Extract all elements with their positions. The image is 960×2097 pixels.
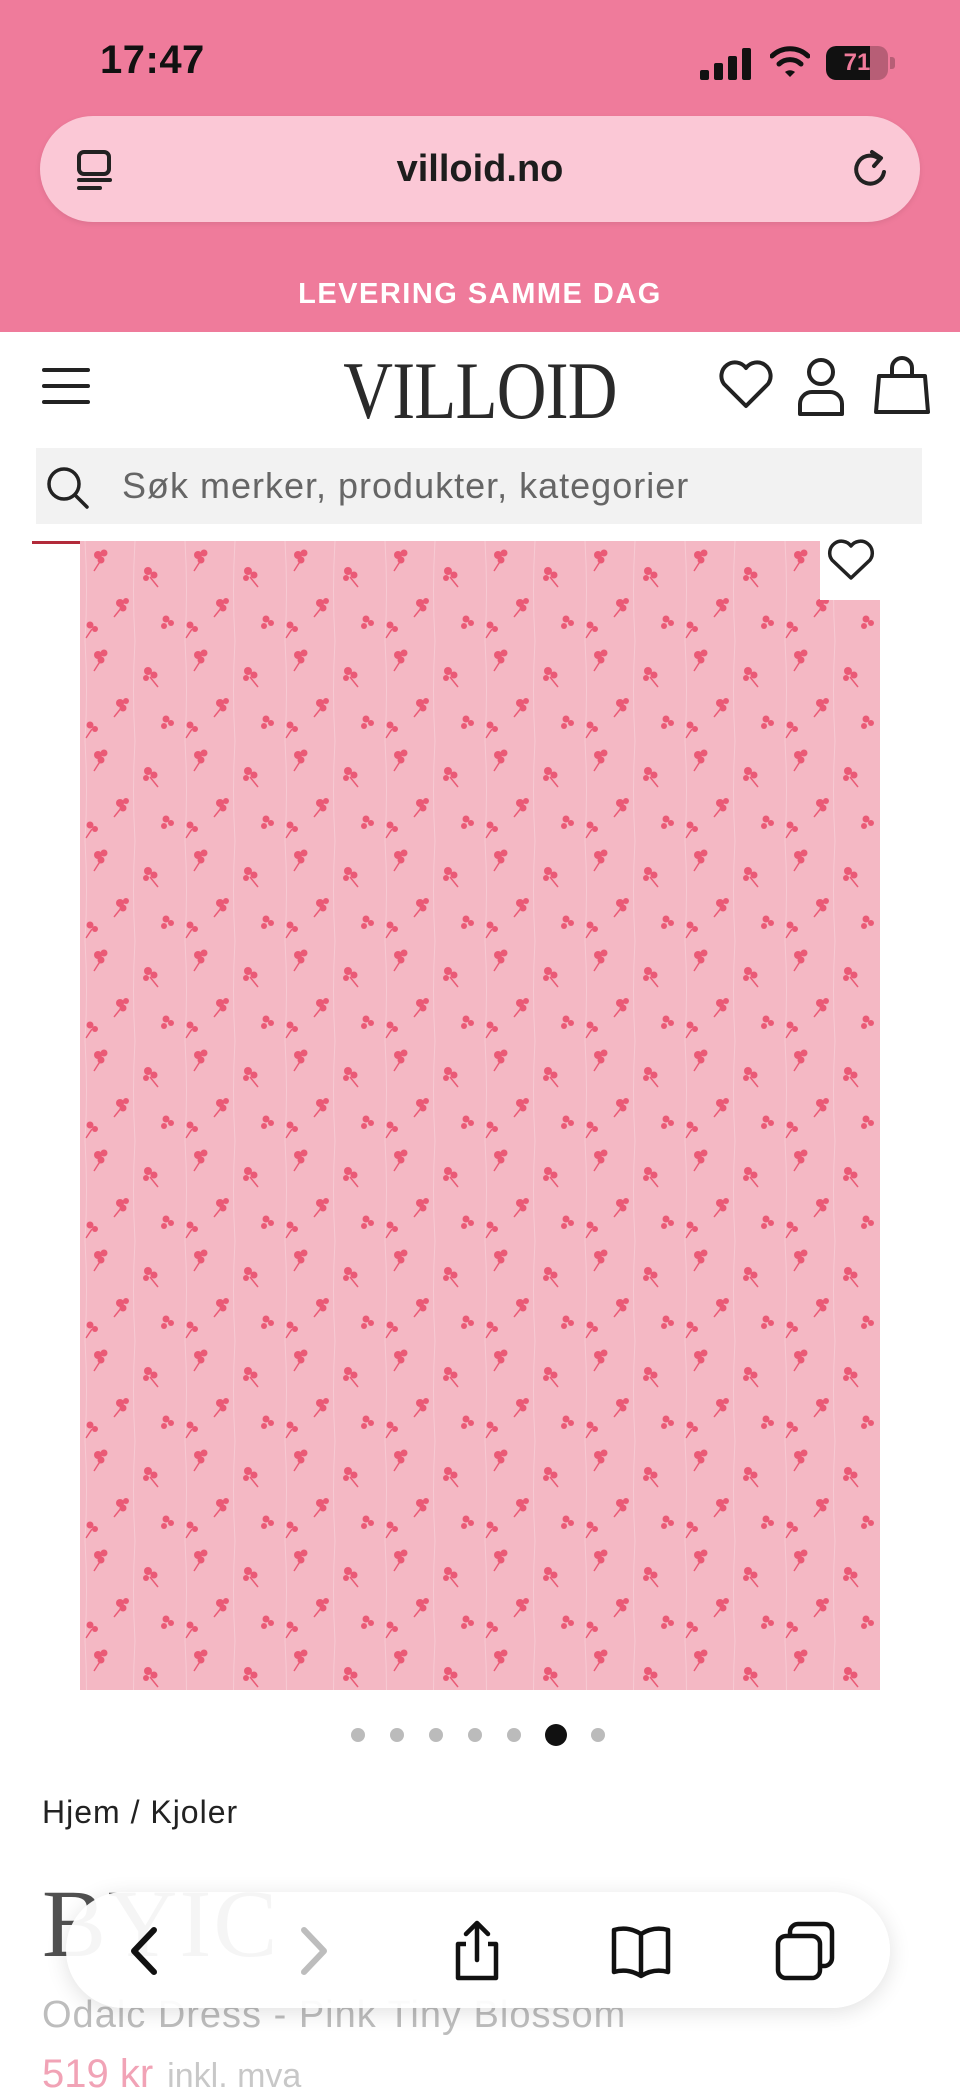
user-icon[interactable] (796, 356, 846, 418)
breadcrumb[interactable]: Hjem / Kjoler (42, 1794, 238, 1831)
cellular-signal-icon (700, 48, 751, 80)
bookmarks-icon[interactable] (610, 1920, 672, 1982)
carousel-dot[interactable] (468, 1728, 482, 1742)
carousel-dots[interactable] (0, 1720, 960, 1750)
search-bar[interactable] (36, 448, 922, 524)
reload-icon[interactable] (850, 148, 892, 190)
shopping-bag-icon[interactable] (874, 354, 930, 416)
carousel-dot-active[interactable] (545, 1724, 567, 1746)
site-logo[interactable]: VILLOID (329, 346, 631, 436)
product-price-row: 519 kr inkl. mva (42, 2052, 301, 2097)
browser-toolbar (66, 1892, 890, 2008)
address-bar[interactable]: villoid.no (40, 116, 920, 222)
tab-icon[interactable] (74, 149, 116, 191)
wifi-icon (770, 46, 810, 77)
share-icon[interactable] (446, 1920, 508, 1982)
battery-indicator: 71 (826, 46, 898, 82)
forward-icon[interactable] (280, 1920, 342, 1982)
carousel-dot[interactable] (429, 1728, 443, 1742)
back-icon[interactable] (116, 1920, 178, 1982)
heart-icon[interactable] (718, 360, 774, 410)
product-price: 519 kr (42, 2052, 154, 2096)
search-icon[interactable] (44, 464, 90, 510)
carousel-dot[interactable] (390, 1728, 404, 1742)
product-image[interactable] (80, 541, 880, 1690)
promo-banner: LEVERING SAMME DAG (298, 278, 662, 310)
blossom-fabric-pattern (80, 541, 880, 1690)
heart-outline-icon (827, 539, 875, 580)
hamburger-icon[interactable] (42, 366, 90, 406)
status-time: 17:47 (100, 38, 205, 82)
carousel-dot[interactable] (507, 1728, 521, 1742)
carousel-dot[interactable] (591, 1728, 605, 1742)
carousel-dot[interactable] (351, 1728, 365, 1742)
price-note: inkl. mva (167, 2057, 302, 2095)
wishlist-button[interactable] (820, 530, 882, 600)
battery-level-text: 71 (843, 49, 871, 76)
url-text[interactable]: villoid.no (40, 116, 920, 222)
search-input[interactable] (122, 448, 902, 524)
tabs-icon[interactable] (774, 1920, 836, 1982)
